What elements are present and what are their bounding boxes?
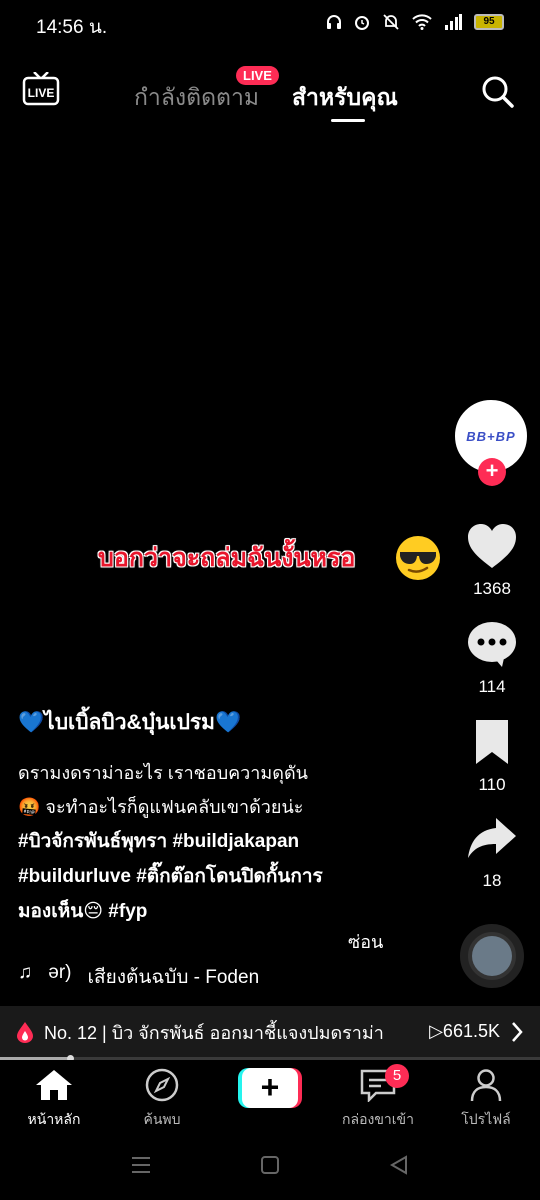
music-row[interactable]: ♫ ər) เสียงต้นฉบับ - Foden [18, 962, 259, 992]
signal-icon [445, 14, 462, 30]
back-triangle-icon[interactable] [388, 1154, 410, 1176]
profile-icon [470, 1069, 502, 1102]
plus-icon: + [242, 1068, 298, 1108]
nav-home[interactable]: หน้าหลัก [4, 1068, 104, 1131]
headphones-icon [327, 15, 341, 29]
nav-profile-label: โปรไฟล์ [461, 1111, 511, 1127]
save-button[interactable]: 110 [462, 718, 522, 795]
video-title[interactable]: 💙ไบเบิ้ลบิว&บุ๋นเปรม💙 [18, 706, 241, 739]
nav-profile[interactable]: โปรไฟล์ [436, 1068, 536, 1131]
music-disc-cover [472, 936, 512, 976]
description-line: 🤬 จะทำอะไรก็ดูแฟนคลับเขาด้วยน่ะ [18, 797, 304, 817]
status-icons: 95 [326, 14, 504, 30]
search-icon[interactable] [480, 74, 516, 115]
music-disc-icon[interactable] [460, 924, 524, 988]
video-overlay-caption: บอกว่าจะถล่มฉันงั้นหรอ [98, 544, 356, 572]
hide-description-link[interactable]: ซ่อน [348, 927, 383, 956]
live-badge: LIVE [236, 66, 279, 85]
hashtag-line[interactable]: #buildurluve #ติ๊กต๊อกโดนปิดกั้นการ [18, 861, 323, 891]
hashtag-line[interactable]: มองเห็น😔 #fyp [18, 896, 147, 926]
hashtag-line[interactable]: #บิวจักรพันธ์พุทรา #buildjakapan [18, 826, 299, 856]
svg-text:LIVE: LIVE [28, 86, 55, 100]
recent-apps-icon[interactable] [130, 1154, 152, 1176]
top-nav: LIVE กำลังติดตาม LIVE สำหรับคุณ [0, 62, 540, 122]
active-tab-indicator [331, 119, 365, 122]
music-prefix: ər) [48, 962, 72, 983]
share-arrow-icon [468, 818, 516, 858]
tab-following[interactable]: กำลังติดตาม [134, 80, 259, 116]
nav-discover[interactable]: ค้นพบ [112, 1068, 212, 1131]
battery-icon: 95 [474, 14, 504, 30]
inbox-badge: 5 [385, 1064, 409, 1088]
like-count: 1368 [473, 579, 511, 598]
nav-discover-label: ค้นพบ [143, 1111, 181, 1127]
mute-bell-icon [383, 14, 399, 30]
nav-home-label: หน้าหลัก [27, 1111, 81, 1127]
sunglasses-face-icon [394, 534, 442, 587]
like-button[interactable]: 1368 [462, 522, 522, 599]
heart-icon [468, 524, 516, 568]
home-icon [36, 1070, 72, 1100]
music-note-icon: ♫ [18, 962, 33, 983]
share-count: 18 [482, 871, 502, 890]
bottom-nav: หน้าหลัก ค้นพบ + กล่องขาเข้า 5 โปรไฟล์ [0, 1060, 540, 1130]
share-button[interactable]: 18 [462, 814, 522, 891]
chevron-right-icon [512, 1022, 523, 1042]
nav-inbox[interactable]: กล่องขาเข้า [328, 1068, 428, 1131]
comment-count: 114 [478, 677, 506, 696]
wifi-icon [412, 14, 432, 30]
trending-text: No. 12 | บิว จักรพันธ์ ออกมาชี้แจงปมดราม… [44, 1022, 384, 1043]
avatar-text: BB+BP [466, 428, 516, 444]
status-bar: 14:56 น. 95 [0, 0, 540, 48]
bookmark-icon [476, 720, 508, 764]
create-button[interactable]: + [238, 1068, 302, 1108]
home-square-icon[interactable] [259, 1154, 281, 1176]
system-nav [0, 1130, 540, 1200]
live-tv-icon[interactable]: LIVE [22, 71, 62, 113]
trending-views: ▷661.5K [429, 1021, 500, 1041]
tab-for-you[interactable]: สำหรับคุณ [292, 80, 398, 116]
fire-drop-icon [17, 1022, 33, 1043]
creator-avatar-wrap[interactable]: BB+BP + [455, 400, 529, 490]
music-title: เสียงต้นฉบับ - Foden [87, 967, 260, 988]
status-time: 14:56 น. [36, 17, 108, 38]
follow-button[interactable]: + [478, 458, 506, 486]
comment-icon [468, 622, 516, 667]
nav-inbox-label: กล่องขาเข้า [342, 1111, 414, 1127]
save-count: 110 [478, 775, 506, 794]
trending-bar[interactable]: No. 12 | บิว จักรพันธ์ ออกมาชี้แจงปมดราม… [0, 1006, 540, 1058]
description-line: ดรามงดราม่าอะไร เราชอบความดุดัน [18, 763, 308, 783]
comment-button[interactable]: 114 [462, 620, 522, 697]
compass-icon [145, 1068, 179, 1102]
alarm-icon [355, 16, 369, 30]
